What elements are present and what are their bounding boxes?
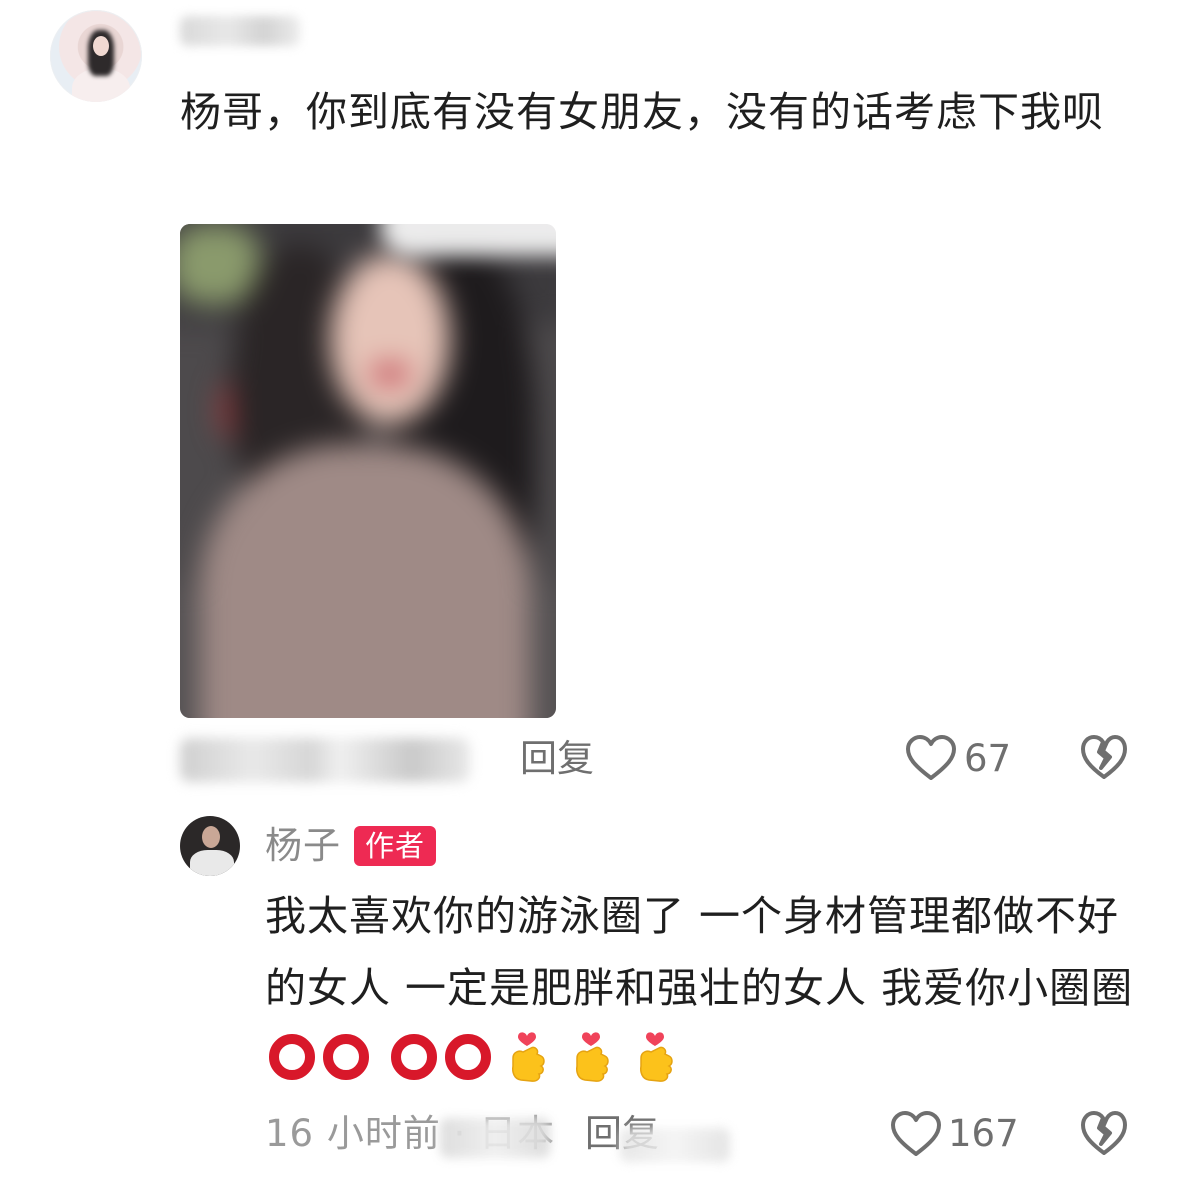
author-badge: 作者 (354, 826, 437, 866)
finger-heart-emoji (640, 1032, 673, 1082)
finger-heart-emoji (576, 1032, 609, 1082)
comment-photo[interactable] (180, 224, 556, 718)
commenter-avatar[interactable] (50, 10, 142, 102)
author-avatar[interactable] (180, 816, 240, 876)
comment-text: 杨哥，你到底有没有女朋友，没有的话考虑下我呗 (180, 88, 1104, 136)
reply-button[interactable]: 回复 (520, 737, 594, 781)
red-circle-emoji (269, 1034, 315, 1080)
author-reply-text: 我太喜欢你的游泳圈了 一个身材管理都做不好的女人 一定是肥胖和强壮的女人 我爱你… (265, 880, 1135, 1096)
comment-meta-blurred (180, 738, 470, 782)
like-count: 67 (964, 737, 1012, 780)
heart-outline-icon[interactable] (890, 1110, 942, 1158)
broken-heart-icon[interactable] (1080, 734, 1128, 782)
red-circle-emoji (323, 1034, 369, 1080)
commenter-name-blurred (180, 16, 300, 46)
author-reply-text-body: 我太喜欢你的游泳圈了 一个身材管理都做不好的女人 一定是肥胖和强壮的女人 我爱你… (265, 892, 1134, 1012)
photo-redaction-smear (380, 196, 600, 256)
watermark-blur (440, 1118, 550, 1158)
red-circle-emoji (445, 1034, 492, 1080)
finger-heart-emoji (512, 1032, 545, 1082)
heart-outline-icon[interactable] (905, 734, 957, 782)
watermark-blur (620, 1128, 730, 1162)
red-circle-emoji (391, 1034, 438, 1080)
broken-heart-icon[interactable] (1080, 1110, 1128, 1158)
like-count: 167 (948, 1112, 1019, 1155)
author-name[interactable]: 杨子 (265, 823, 341, 869)
